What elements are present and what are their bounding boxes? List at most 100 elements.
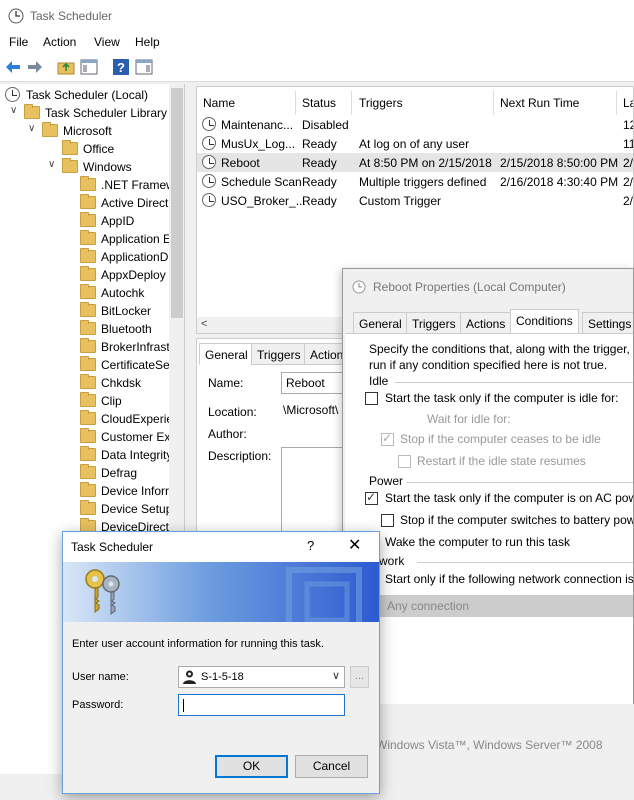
folder-icon	[80, 302, 96, 317]
location-value: \Microsoft\	[283, 403, 339, 417]
user-name-combobox[interactable]: S-1-5-18 ∨	[178, 666, 345, 688]
folder-icon	[80, 266, 96, 281]
column-header-next-run-time[interactable]: Next Run Time	[500, 96, 579, 110]
table-row[interactable]: MusUx_Log... Ready At log on of any user 11	[197, 134, 633, 153]
folder-icon	[80, 176, 96, 191]
table-row[interactable]: USO_Broker_... Ready Custom Trigger 2/	[197, 191, 634, 210]
column-header-name[interactable]: Name	[203, 96, 235, 110]
menu-view[interactable]: View	[94, 35, 120, 49]
tab-settings[interactable]: Settings	[582, 312, 633, 334]
folder-icon	[80, 284, 96, 299]
restart-idle-label: Restart if the idle state resumes	[417, 454, 586, 468]
password-field[interactable]	[178, 694, 345, 716]
stop-idle-checkbox[interactable]: ✓	[381, 431, 394, 446]
chevron-down-icon[interactable]: ∨	[28, 123, 35, 134]
chevron-down-icon[interactable]: ∨	[10, 105, 17, 116]
tab-triggers[interactable]: Triggers	[251, 343, 307, 365]
cancel-button[interactable]: Cancel	[295, 755, 368, 778]
back-arrow-icon[interactable]	[4, 58, 22, 76]
table-row[interactable]: Maintenanc... Disabled 12	[197, 115, 633, 134]
wake-label: Wake the computer to run this task	[385, 535, 570, 549]
author-label: Author:	[208, 427, 247, 441]
user-name-label: User name:	[72, 671, 129, 683]
tree-item-label: Autochk	[101, 286, 145, 300]
task-clock-icon	[202, 193, 216, 207]
column-separator[interactable]	[616, 91, 617, 115]
network-start-label: Start only if the following network conn…	[385, 572, 634, 586]
configure-for-value: Windows Vista™, Windows Server™ 2008	[376, 738, 603, 752]
folder-icon	[80, 194, 96, 209]
power-ac-checkbox[interactable]: ✓	[365, 490, 378, 505]
tab-conditions[interactable]: Conditions	[510, 309, 579, 334]
folder-icon	[42, 122, 58, 137]
power-battery-checkbox[interactable]	[381, 514, 394, 527]
clock-icon	[352, 280, 366, 294]
cell-status: Ready	[302, 156, 337, 170]
show-hide-tree-icon[interactable]	[80, 58, 98, 76]
clock-icon	[5, 87, 20, 102]
menu-action[interactable]: Action	[43, 35, 76, 49]
toolbar: ?	[0, 52, 634, 82]
cell-name: Schedule Scan	[221, 175, 302, 189]
tab-actions[interactable]: Actions	[460, 312, 512, 334]
stop-idle-label: Stop if the computer ceases to be idle	[400, 432, 601, 446]
tab-triggers[interactable]: Triggers	[406, 312, 462, 334]
conditions-intro: Specify the conditions that, along with …	[369, 342, 630, 356]
forward-arrow-icon[interactable]	[26, 58, 44, 76]
password-label: Password:	[72, 699, 124, 711]
cell-last: 12	[623, 118, 633, 132]
folder-icon	[80, 356, 96, 371]
help-button[interactable]: ?	[307, 538, 314, 553]
cell-last: 2/	[623, 175, 634, 189]
restart-idle-checkbox[interactable]	[398, 455, 411, 468]
location-label: Location:	[208, 405, 257, 419]
user-account-dialog: Task Scheduler ? ✕ Enter user account in…	[62, 531, 380, 794]
name-label: Name:	[208, 376, 244, 390]
ok-button[interactable]: OK	[215, 755, 288, 778]
tab-general[interactable]: General	[199, 343, 254, 365]
column-header-triggers[interactable]: Triggers	[359, 96, 403, 110]
menu-help[interactable]: Help	[135, 35, 160, 49]
close-button[interactable]: ✕	[348, 535, 361, 555]
cell-next-run: 2/16/2018 4:30:40 PM	[500, 175, 619, 189]
column-separator[interactable]	[295, 91, 296, 115]
show-hide-action-pane-icon[interactable]	[135, 58, 153, 76]
cell-triggers: Custom Trigger	[359, 194, 442, 208]
user-icon	[183, 670, 196, 684]
tree-item-label: Bluetooth	[101, 322, 152, 336]
cell-triggers: At log on of any user	[359, 137, 470, 151]
chevron-down-icon[interactable]: ∨	[48, 159, 55, 170]
folder-icon	[80, 392, 96, 407]
menu-bar: File Action View Help	[0, 32, 634, 52]
folder-icon	[80, 410, 96, 425]
tree-item-label: BitLocker	[101, 304, 152, 318]
cell-triggers: At 8:50 PM on 2/15/2018	[359, 156, 492, 170]
help-icon[interactable]: ?	[112, 58, 130, 76]
cell-last: 2/	[623, 194, 634, 208]
menu-file[interactable]: File	[9, 35, 28, 49]
tree-item-label: Defrag	[101, 466, 138, 480]
description-label: Description:	[208, 449, 272, 463]
chevron-down-icon[interactable]: ∨	[332, 669, 340, 682]
column-header-last-run[interactable]: La	[623, 96, 633, 110]
folder-icon	[80, 248, 96, 263]
column-header-status[interactable]: Status	[302, 96, 336, 110]
tab-general[interactable]: General	[353, 312, 408, 334]
up-folder-icon[interactable]	[57, 58, 75, 76]
table-row[interactable]: Reboot Ready At 8:50 PM on 2/15/2018 2/15/2…	[197, 153, 633, 172]
window-title: Task Scheduler	[30, 9, 113, 23]
cell-name: USO_Broker_...	[221, 194, 306, 208]
task-clock-icon	[202, 136, 216, 150]
idle-start-checkbox[interactable]	[365, 392, 378, 405]
column-separator[interactable]	[351, 91, 352, 115]
network-connection-dropdown[interactable]: Any connection	[379, 595, 633, 617]
browse-user-button[interactable]: ...	[350, 666, 369, 688]
column-separator[interactable]	[493, 91, 494, 115]
conditions-tab-body: Specify the conditions that, along with …	[345, 333, 634, 767]
tree-item-label: Device Inforr	[101, 484, 170, 498]
power-battery-label: Stop if the computer switches to battery…	[400, 513, 634, 527]
scrollbar-thumb[interactable]	[171, 88, 183, 318]
scroll-left-icon[interactable]: <	[201, 318, 207, 330]
wait-idle-label: Wait for idle for:	[427, 412, 511, 426]
table-row[interactable]: Schedule Scan Ready Multiple triggers defi…	[197, 172, 634, 191]
